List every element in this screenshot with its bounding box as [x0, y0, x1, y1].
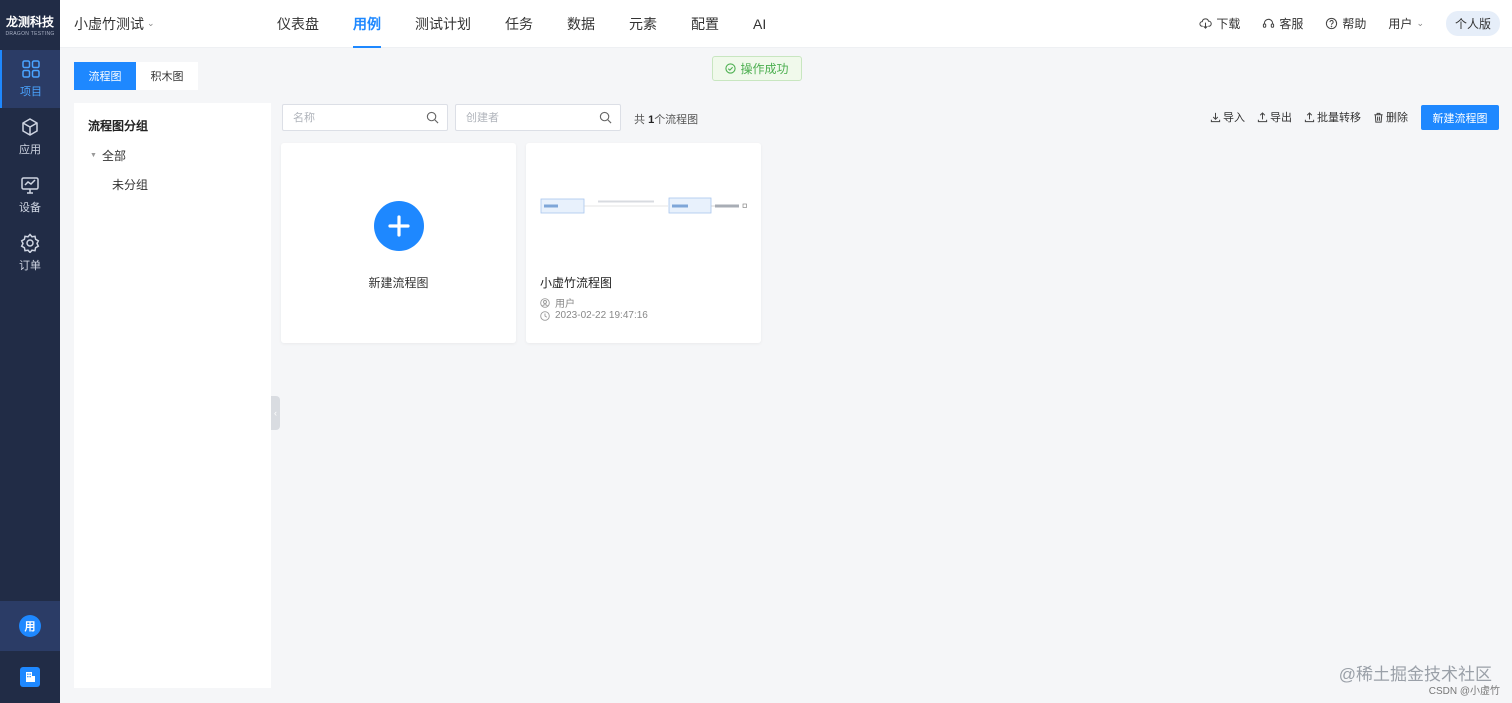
flowchart-creator: 用户: [540, 295, 575, 310]
diagram-type-tabs: 流程图 积木图: [74, 62, 198, 90]
main-nav: 仪表盘 用例 测试计划 任务 数据 元素 配置 AI: [260, 0, 783, 48]
tab-flowchart[interactable]: 流程图: [74, 62, 136, 90]
service-link[interactable]: 客服: [1262, 15, 1303, 32]
import-label: 导入: [1223, 112, 1245, 124]
delete-label: 删除: [1386, 112, 1408, 124]
rail-item-projects[interactable]: 项目: [0, 50, 60, 108]
rail-item-label: 项目: [20, 86, 42, 98]
batch-move-button[interactable]: 批量转移: [1304, 109, 1361, 125]
rail-item-orders[interactable]: 订单: [0, 224, 60, 282]
tab-blocks[interactable]: 积木图: [136, 62, 198, 90]
nav-test-plan[interactable]: 测试计划: [398, 0, 488, 48]
building-icon: [20, 667, 40, 687]
import-icon: [1210, 112, 1221, 122]
project-selector[interactable]: 小虚竹测试 ⌄: [74, 14, 260, 34]
new-flowchart-label: 新建流程图: [368, 276, 429, 290]
delete-button[interactable]: 删除: [1373, 109, 1408, 125]
collapse-panel-handle[interactable]: ‹: [271, 396, 280, 430]
monitor-icon: [21, 177, 39, 194]
top-right-menu: 下载 客服 帮助 用户 ⌄ 个人版: [1199, 11, 1512, 36]
brand-name: 龙测科技: [5, 15, 54, 29]
rail-bottom: 用: [0, 601, 60, 703]
group-label: 全部: [101, 149, 126, 163]
avatar: 用: [19, 615, 41, 637]
upload-icon: [1304, 111, 1315, 122]
left-rail: 龙测科技 DRAGON TESTING 项目 应用 设备 订单 用: [0, 0, 60, 703]
nav-elements[interactable]: 元素: [612, 0, 674, 48]
flowchart-thumbnail: [540, 197, 747, 214]
user-label: 用户: [1388, 17, 1413, 31]
grid-icon: [22, 60, 40, 78]
search-icon[interactable]: [426, 111, 439, 124]
caret-down-icon: ▼: [90, 152, 97, 159]
rail-item-devices[interactable]: 设备: [0, 166, 60, 224]
creator-search-field[interactable]: [455, 104, 621, 131]
user-icon: [540, 297, 550, 308]
name-search-input[interactable]: [293, 111, 413, 124]
chevron-down-icon: ⌄: [147, 18, 155, 28]
headset-icon: [1263, 18, 1275, 28]
chevron-down-icon: ⌄: [1416, 18, 1424, 28]
nav-data[interactable]: 数据: [550, 0, 612, 48]
import-button[interactable]: 导入: [1210, 109, 1245, 125]
count-suffix: 个流程图: [654, 114, 699, 126]
clock-icon: [540, 310, 550, 321]
name-search-field[interactable]: [282, 104, 448, 131]
flow-count: 共 1个流程图: [634, 111, 698, 127]
watermark-csdn: CSDN @小虚竹: [1428, 686, 1500, 697]
count-prefix: 共: [634, 114, 645, 126]
batch-move-label: 批量转移: [1317, 112, 1361, 124]
edition-badge[interactable]: 个人版: [1445, 11, 1500, 36]
service-label: 客服: [1279, 17, 1304, 31]
gear-icon: [20, 233, 40, 253]
export-label: 导出: [1270, 112, 1292, 124]
flowchart-title: 小虚竹流程图: [540, 276, 613, 290]
group-item-all[interactable]: ▼ 全部: [90, 147, 271, 164]
rail-org[interactable]: [0, 651, 60, 703]
download-link[interactable]: 下载: [1199, 15, 1240, 32]
brand-logo[interactable]: 龙测科技 DRAGON TESTING: [0, 0, 60, 50]
nav-dashboard[interactable]: 仪表盘: [260, 0, 336, 48]
creator-search-input[interactable]: [466, 111, 586, 124]
toolbar-actions: 导入 导出 批量转移 删除: [1210, 109, 1408, 125]
nav-config[interactable]: 配置: [674, 0, 736, 48]
group-label: 未分组: [112, 178, 149, 192]
rail-item-label: 应用: [19, 144, 41, 156]
rail-item-label: 设备: [19, 202, 41, 214]
new-flowchart-button[interactable]: 新建流程图: [1421, 105, 1499, 130]
top-bar: 小虚竹测试 ⌄ 仪表盘 用例 测试计划 任务 数据 元素 配置 AI 下载 客服…: [60, 0, 1512, 48]
nav-tasks[interactable]: 任务: [488, 0, 550, 48]
trash-icon: [1374, 112, 1383, 123]
brand-name-en: DRAGON TESTING: [5, 31, 55, 37]
cube-icon: [22, 118, 38, 136]
toast-text: 操作成功: [740, 62, 789, 76]
rail-item-label: 订单: [19, 260, 41, 272]
download-label: 下载: [1216, 17, 1241, 31]
rail-item-apps[interactable]: 应用: [0, 108, 60, 166]
check-circle-icon: [725, 63, 737, 74]
user-menu[interactable]: 用户 ⌄: [1388, 15, 1424, 32]
success-toast: 操作成功: [712, 56, 802, 81]
cloud-download-icon: [1199, 18, 1213, 29]
nav-cases[interactable]: 用例: [336, 0, 398, 48]
search-icon[interactable]: [599, 111, 612, 124]
flowchart-card[interactable]: 小虚竹流程图 用户 2023-02-22 19:47:16: [526, 143, 761, 343]
help-label: 帮助: [1342, 17, 1367, 31]
group-panel-title: 流程图分组: [88, 119, 149, 133]
project-name: 小虚竹测试: [74, 15, 144, 32]
help-icon: [1326, 17, 1338, 30]
export-button[interactable]: 导出: [1257, 109, 1292, 125]
nav-ai[interactable]: AI: [736, 0, 783, 48]
flowchart-created-at: 2023-02-22 19:47:16: [540, 310, 648, 321]
help-link[interactable]: 帮助: [1325, 15, 1366, 32]
creator-name: 用户: [555, 299, 575, 310]
new-flowchart-card[interactable]: 新建流程图: [281, 143, 516, 343]
created-at-text: 2023-02-22 19:47:16: [555, 310, 648, 321]
rail-user[interactable]: 用: [0, 601, 60, 651]
group-panel: 流程图分组 ▼ 全部 未分组: [74, 103, 271, 688]
plus-icon: [373, 201, 424, 251]
export-icon: [1257, 111, 1268, 122]
group-item-ungrouped[interactable]: 未分组: [112, 176, 271, 193]
